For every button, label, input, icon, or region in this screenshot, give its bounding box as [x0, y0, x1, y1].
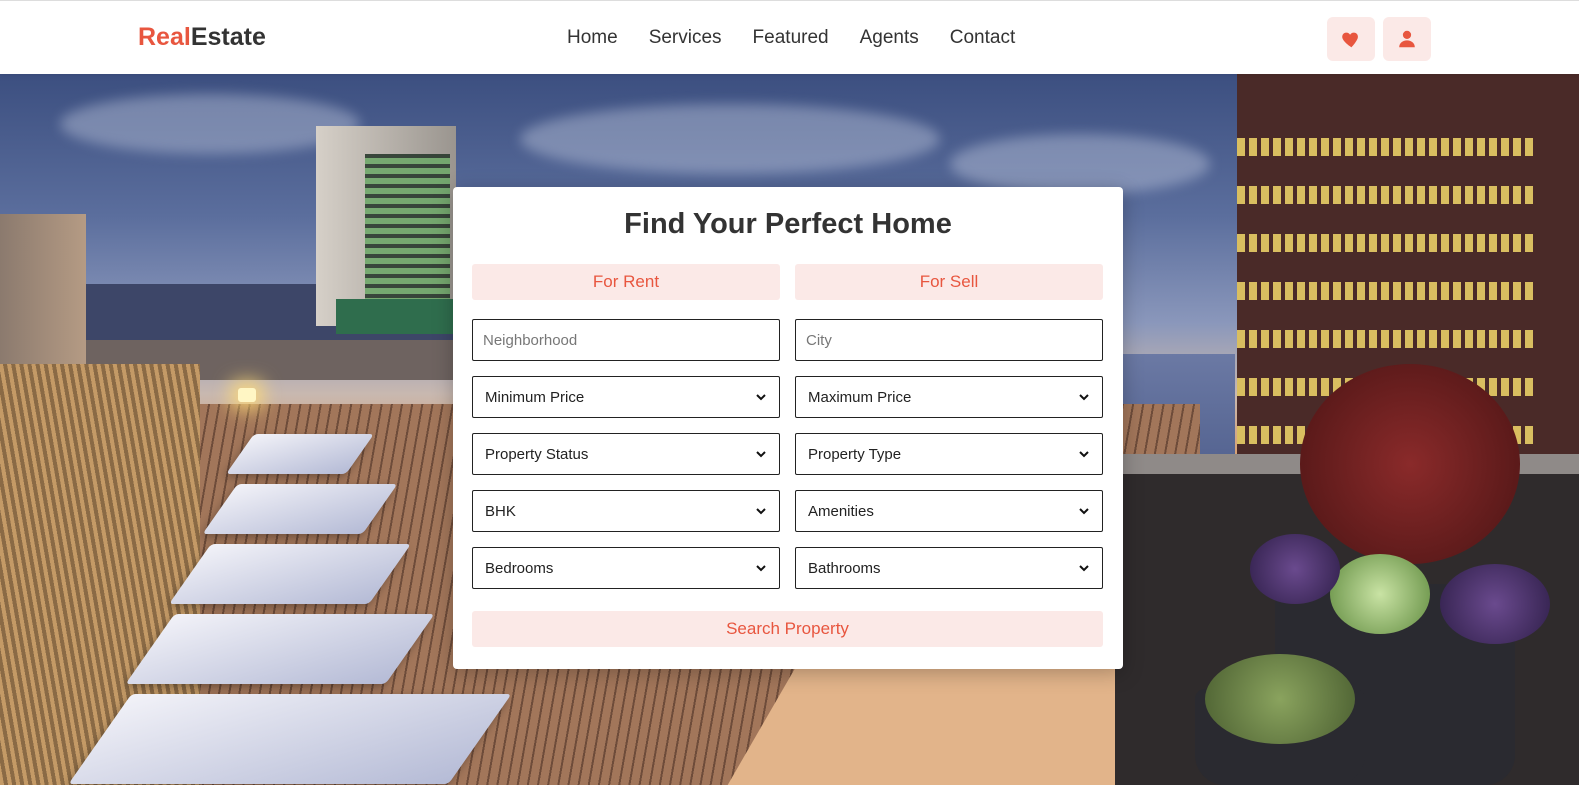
- nav-agents[interactable]: Agents: [860, 27, 919, 49]
- lamp: [238, 388, 256, 402]
- search-card-title: Find Your Perfect Home: [624, 208, 952, 240]
- minimum-price-select[interactable]: Minimum Price: [472, 376, 780, 418]
- amenities-select[interactable]: Amenities: [795, 490, 1103, 532]
- bhk-select[interactable]: BHK: [472, 490, 780, 532]
- for-sell-button[interactable]: For Sell: [795, 264, 1103, 300]
- heart-icon: [1342, 32, 1358, 48]
- cloud: [950, 134, 1210, 194]
- amenities-value: Amenities: [808, 502, 874, 520]
- property-status-select[interactable]: Property Status: [472, 433, 780, 475]
- neighborhood-input[interactable]: [472, 319, 780, 361]
- logo[interactable]: RealEstate: [138, 23, 266, 52]
- account-button[interactable]: [1383, 17, 1431, 61]
- chevron-down-icon: [756, 451, 766, 458]
- lounge-chair: [68, 694, 512, 784]
- nav-featured[interactable]: Featured: [753, 27, 829, 49]
- bedrooms-value: Bedrooms: [485, 559, 554, 577]
- lounge-chair: [168, 544, 412, 604]
- cloud: [520, 104, 940, 174]
- chevron-down-icon: [756, 508, 766, 515]
- bathrooms-value: Bathrooms: [808, 559, 881, 577]
- bathrooms-select[interactable]: Bathrooms: [795, 547, 1103, 589]
- cabbage-plant: [1330, 554, 1430, 634]
- bedrooms-select[interactable]: Bedrooms: [472, 547, 780, 589]
- search-card: Find Your Perfect Home For Rent For Sell…: [453, 187, 1123, 669]
- cloud: [60, 94, 360, 154]
- minimum-price-value: Minimum Price: [485, 388, 585, 406]
- maximum-price-value: Maximum Price: [808, 388, 912, 406]
- logo-text: Estate: [190, 23, 266, 51]
- chevron-down-icon: [1079, 565, 1089, 572]
- property-status-value: Property Status: [485, 445, 589, 463]
- chevron-down-icon: [1079, 508, 1089, 515]
- user-icon: [1399, 30, 1415, 48]
- chevron-down-icon: [1079, 394, 1089, 401]
- lounge-chair: [125, 614, 435, 684]
- city-input[interactable]: [795, 319, 1103, 361]
- site-header: RealEstate Home Services Featured Agents…: [0, 0, 1579, 74]
- main-nav: Home Services Featured Agents Contact: [567, 27, 1046, 49]
- for-rent-button[interactable]: For Rent: [472, 264, 780, 300]
- nav-services[interactable]: Services: [649, 27, 722, 49]
- favorites-button[interactable]: [1327, 17, 1375, 61]
- purple-plant: [1440, 564, 1550, 644]
- search-property-button[interactable]: Search Property: [472, 611, 1103, 647]
- chevron-down-icon: [1079, 451, 1089, 458]
- nav-contact[interactable]: Contact: [950, 27, 1015, 49]
- building: [336, 299, 456, 334]
- logo-accent-text: Real: [138, 23, 191, 51]
- red-foliage: [1300, 364, 1520, 564]
- purple-plant: [1250, 534, 1340, 604]
- maximum-price-select[interactable]: Maximum Price: [795, 376, 1103, 418]
- chevron-down-icon: [756, 394, 766, 401]
- chevron-down-icon: [756, 565, 766, 572]
- property-type-select[interactable]: Property Type: [795, 433, 1103, 475]
- grass-plant: [1205, 654, 1355, 744]
- property-type-value: Property Type: [808, 445, 902, 463]
- bhk-value: BHK: [485, 502, 516, 520]
- nav-home[interactable]: Home: [567, 27, 618, 49]
